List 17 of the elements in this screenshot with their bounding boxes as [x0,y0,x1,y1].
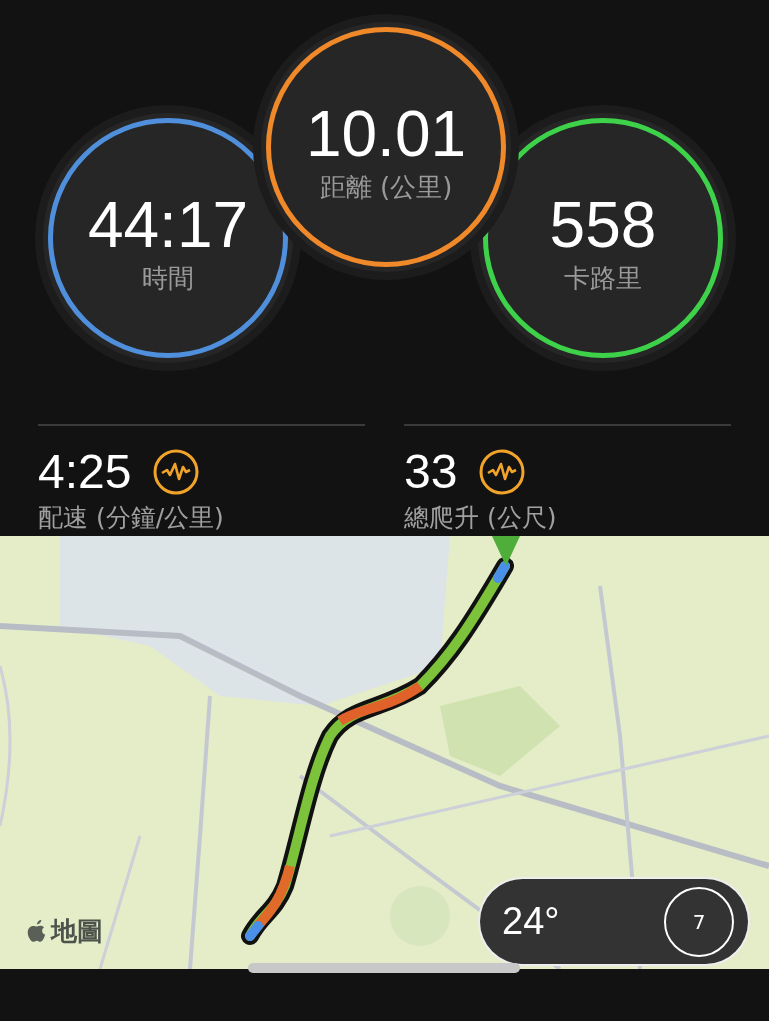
temperature: 24° [502,900,560,943]
metric-value: 558 [549,190,657,261]
stat-value: 33 [404,446,458,499]
metric-label: 距離 (公里) [319,170,453,204]
metric-value: 10.01 [305,99,467,170]
weather-widget[interactable]: 24° 7 [480,879,748,964]
metric-value: 44:17 [87,190,249,261]
index-gauge: 7 [664,886,734,957]
waveform-icon[interactable] [479,449,526,496]
stat-label: 總爬升 (公尺) [404,501,558,534]
metric-label: 卡路里 [564,261,642,295]
map-attribution[interactable]: 地圖 [51,914,103,949]
waveform-icon[interactable] [153,449,200,496]
metric-label: 時間 [142,261,194,295]
stat-value: 4:25 [38,446,132,499]
stat-label: 配速 (分鐘/公里) [38,501,225,534]
apple-icon [26,918,48,945]
